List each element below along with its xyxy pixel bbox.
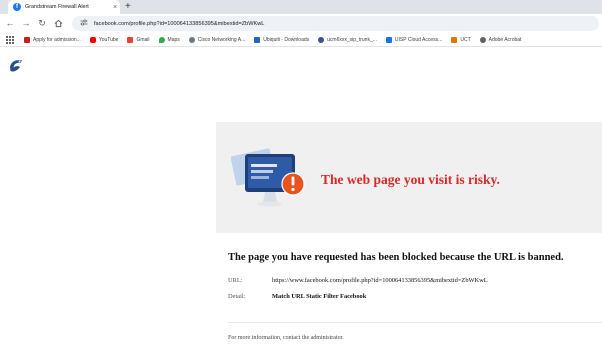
url-value: https://www.facebook.com/profile.php?id=… [272,277,488,284]
detail-row: Detail: Match URL Static Filter Facebook [228,293,366,300]
bookmark-cisco[interactable]: Cisco Networking A... [188,36,246,43]
globe-icon [318,36,325,43]
bookmark-label: Apply for admission... [33,36,81,43]
tab-strip: f Grandstream Firewall Alert × + [0,0,602,14]
bookmark-label: Maps [167,36,180,43]
maps-icon [158,36,165,43]
new-tab-button[interactable]: + [125,0,131,13]
risky-headline: The web page you visit is risky. [321,172,500,187]
bookmark-label: Gmail [136,36,150,43]
back-icon[interactable]: ← [4,17,16,29]
address-url: facebook.com/profile.php?id=100064133856… [94,20,265,27]
url-label: URL: [228,277,243,284]
uisp-icon [385,36,392,43]
bookmark-label: Adobe Acrobat [488,36,522,43]
bookmark-gmail[interactable]: Gmail [127,36,150,43]
close-tab-icon[interactable]: × [110,4,120,11]
grandstream-logo [8,58,24,79]
risky-computer-icon [230,144,311,221]
gmail-icon [127,36,134,43]
cisco-icon [188,36,195,43]
bookmark-ucm-sip-trunk[interactable]: ucm6xxx_sip_trunk_... [318,36,377,43]
bookmark-label: YouTube [98,36,119,43]
reload-icon[interactable]: ↻ [36,17,48,29]
youtube-icon [89,36,96,43]
bookmark-ubiquiti[interactable]: Ubiquiti - Downloads [254,36,310,43]
bookmarks-bar: Apply for admission... YouTube Gmail Map… [0,33,602,47]
blocked-message: The page you have requested has been blo… [228,252,564,263]
bookmark-youtube[interactable]: YouTube [89,36,119,43]
facebook-icon: f [13,3,21,11]
address-bar[interactable]: facebook.com/profile.php?id=100064133856… [72,16,599,31]
bookmark-uisp-cloud[interactable]: UISP Cloud Access... [385,36,443,43]
home-icon[interactable] [52,17,64,29]
bookmark-apply-admission[interactable]: Apply for admission... [24,36,81,43]
bookmark-icon [24,36,30,43]
url-row: URL: https://www.facebook.com/profile.ph… [228,277,488,284]
contact-admin-note: For more information, contact the admini… [228,335,344,341]
divider [228,322,602,323]
globe-icon [479,36,486,43]
forward-icon[interactable]: → [20,17,32,29]
bookmark-label: UISP Cloud Access... [394,36,443,43]
detail-label: Detail: [228,293,246,300]
bookmark-label: UCT [460,36,471,43]
apps-grid-icon[interactable] [6,35,14,44]
site-info-icon[interactable] [80,19,88,28]
detail-value: Match URL Static Filter Facebook [272,293,367,300]
tab-title: Grandstream Firewall Alert [25,4,89,10]
uct-icon [451,36,458,43]
bookmark-adobe-acrobat[interactable]: Adobe Acrobat [479,36,522,43]
bookmark-label: ucm6xxx_sip_trunk_... [327,36,377,43]
bookmark-maps[interactable]: Maps [158,36,180,43]
bookmark-label: Ubiquiti - Downloads [263,36,310,43]
ubiquiti-icon [254,36,261,43]
browser-toolbar: ← → ↻ facebook.com/profile.php?id=100064… [0,14,602,33]
bookmark-label: Cisco Networking A... [197,36,246,43]
warning-banner: The web page you visit is risky. [216,122,602,233]
tab-grandstream-firewall-alert[interactable]: f Grandstream Firewall Alert × [8,0,120,14]
bookmark-uct[interactable]: UCT [451,36,471,43]
